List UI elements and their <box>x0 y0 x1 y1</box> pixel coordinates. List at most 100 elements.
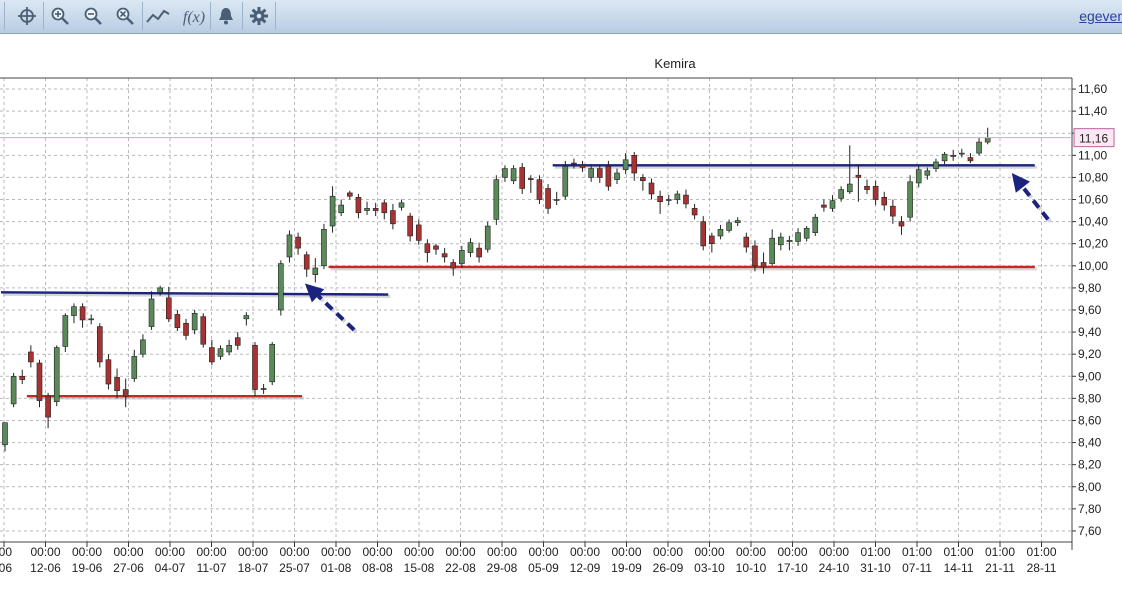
candle-body-up <box>243 315 250 320</box>
candle <box>88 314 94 325</box>
candle-body-down <box>79 306 86 321</box>
x-tick-label-date: 31-10 <box>860 561 891 575</box>
last-price-marker: 11,16 <box>0 128 1115 148</box>
candle-body-down <box>295 236 301 249</box>
candle <box>28 345 34 368</box>
x-tick-label-date: 17-10 <box>777 561 808 575</box>
crosshair-icon <box>18 7 36 25</box>
candle-body-up <box>803 227 810 239</box>
toolbar-separator <box>210 2 211 30</box>
candle-body-down <box>234 337 241 346</box>
candle <box>691 203 698 220</box>
candle <box>536 175 543 204</box>
candle-body-down <box>433 245 439 250</box>
settings-button[interactable] <box>245 3 273 29</box>
x-tick-label-time: 00:00 <box>404 545 434 559</box>
toolbar-separator <box>275 2 276 30</box>
crosshair-button[interactable] <box>13 3 41 29</box>
candle-body-up <box>553 199 560 201</box>
candle <box>312 258 319 283</box>
candle <box>217 345 224 360</box>
candle-body-down <box>691 208 698 216</box>
candle-body-up <box>665 199 672 201</box>
candle-body-down <box>114 377 120 391</box>
toolbar-separator <box>43 2 44 30</box>
candle <box>777 232 784 251</box>
function-button[interactable]: f(x) <box>178 3 210 29</box>
candle <box>381 199 388 220</box>
alert-button[interactable] <box>212 3 240 29</box>
candle <box>855 164 862 202</box>
candle <box>915 166 922 188</box>
x-tick-label-time: 00:00 <box>528 545 558 559</box>
y-tick-label: 8,20 <box>1078 458 1102 472</box>
x-tick-label-time: 01:00 <box>860 545 890 559</box>
candle <box>269 342 276 386</box>
candle-body-down <box>631 155 638 174</box>
candle-body-up <box>622 159 629 170</box>
candle <box>502 165 508 182</box>
x-tick-label-date: 07-11 <box>902 561 932 575</box>
y-tick-label: 9,00 <box>1078 369 1102 383</box>
candle-body-up <box>217 348 224 357</box>
candle <box>303 251 310 277</box>
axes <box>0 77 1076 550</box>
x-tick-label-date: 06 <box>0 561 12 575</box>
candle-body-down <box>640 177 646 182</box>
candle-body-down <box>881 197 888 206</box>
y-tick-label: 7,60 <box>1078 524 1102 538</box>
candle <box>734 217 741 227</box>
candle <box>243 312 250 326</box>
candle-body-up <box>812 216 819 233</box>
line-tool-button[interactable] <box>144 3 172 29</box>
arrow-shaft <box>1021 185 1050 221</box>
candle-body-up <box>726 222 732 231</box>
candle-body-up <box>459 250 465 264</box>
candle-body-up <box>140 339 146 355</box>
candle-body-down <box>390 210 396 225</box>
zoom-in-button[interactable] <box>46 3 74 29</box>
candle-body-up <box>588 168 594 178</box>
candle <box>665 195 672 206</box>
function-icon: f(x) <box>183 6 205 27</box>
candle-body-down <box>709 235 715 245</box>
x-tick-label-date: 10-10 <box>736 561 767 575</box>
candle-body-down <box>450 262 457 269</box>
x-tick-label-time: 00 <box>0 545 12 559</box>
candle <box>36 359 43 408</box>
candle-body-down <box>252 345 258 390</box>
candle-body-up <box>131 356 138 379</box>
line-tool-icon <box>146 9 170 23</box>
candle-body-up <box>2 422 8 446</box>
y-tick-label: 8,80 <box>1078 391 1102 405</box>
y-tick-label: 8,00 <box>1078 480 1102 494</box>
candle <box>872 180 879 206</box>
candle-body-down <box>967 157 974 162</box>
zoom-reset-button[interactable] <box>111 3 139 29</box>
candle <box>62 313 69 352</box>
candle <box>252 342 258 397</box>
candle-body-up <box>674 193 681 200</box>
candle <box>105 354 112 390</box>
candle-body-up <box>467 242 474 253</box>
candle-body-down <box>19 375 26 380</box>
x-tick-label-time: 00:00 <box>362 545 392 559</box>
y-tick-label: 7,80 <box>1078 502 1102 516</box>
y-tick-label: 8,60 <box>1078 413 1102 427</box>
candle <box>398 199 405 211</box>
zoom-reset-icon <box>116 7 134 25</box>
candle-body-up <box>915 169 922 184</box>
zoom-out-button[interactable] <box>79 3 107 29</box>
x-tick-label-date: 12-09 <box>570 561 601 575</box>
candle <box>881 191 888 211</box>
candle-body-up <box>959 152 965 155</box>
candle-body-up <box>795 232 801 242</box>
y-tick-label: 11,40 <box>1078 104 1107 118</box>
candle <box>933 158 939 172</box>
toolbar-link[interactable]: egever <box>1079 8 1122 24</box>
x-tick-label-date: 03-10 <box>694 561 725 575</box>
x-tick-label-date: 22-08 <box>445 561 476 575</box>
candle-body-down <box>760 262 767 268</box>
candle-body-down <box>890 205 896 217</box>
chart-title: Kemira <box>654 56 696 71</box>
